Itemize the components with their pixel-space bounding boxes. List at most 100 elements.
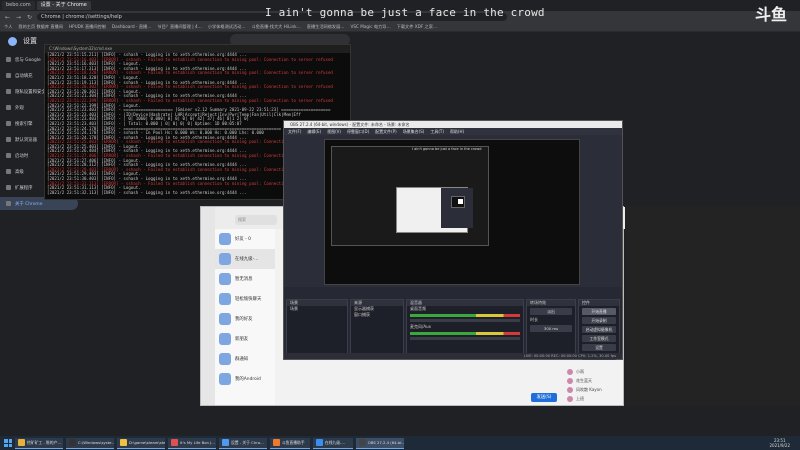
- taskbar-button[interactable]: It's My Life Bon J…: [168, 437, 216, 449]
- chat-list-item[interactable]: 群通知: [215, 349, 275, 369]
- forward-icon[interactable]: →: [15, 14, 22, 21]
- chat-list-label: 我的好友: [235, 317, 253, 322]
- bookmark-item[interactable]: 小学体格测试活动…: [208, 24, 246, 30]
- background-panel: [626, 206, 800, 406]
- bookmark-item[interactable]: 斗鱼直播-找大大 HiLink…: [252, 24, 301, 30]
- chat-search-input[interactable]: 搜索: [235, 215, 277, 225]
- obs-titlebar: OBS 27.2.4 (64-bit, windows) - 配置文件: 未命名…: [284, 121, 622, 128]
- reload-icon[interactable]: ↻: [26, 14, 33, 21]
- sidebar-item-icon: [6, 121, 11, 126]
- obs-control-button[interactable]: 开始录制: [582, 317, 616, 324]
- sidebar-item-label: 您与 Google: [15, 57, 41, 63]
- member-item[interactable]: 花生蓝天: [567, 376, 623, 385]
- obs-menu-item[interactable]: 停靠窗口(D): [347, 128, 369, 135]
- chrome-tab-active[interactable]: 设置 - 关于 Chrome: [36, 1, 91, 10]
- chat-list-label: 群通知: [235, 357, 249, 362]
- bookmark-item[interactable]: 我的主页 数据库 直播间: [18, 24, 63, 30]
- member-avatar: [567, 395, 573, 402]
- nested-preview-3: [441, 188, 473, 228]
- obs-control-button[interactable]: 启动虚拟摄像机: [582, 326, 616, 333]
- chat-avatar: [219, 253, 231, 265]
- app-icon: [222, 439, 229, 446]
- member-item[interactable]: 风吹散 Kayon: [567, 385, 623, 394]
- obs-menu-item[interactable]: 工具(T): [430, 128, 444, 135]
- taskbar-items: 挖矿矿工 - 陈的产… C:\Windows\syste… D:\game\stea…: [15, 437, 404, 449]
- source-item[interactable]: 窗口捕获: [351, 312, 403, 318]
- duration-input[interactable]: 300 ms: [530, 325, 572, 332]
- obs-menu-item[interactable]: 文件(F): [288, 128, 301, 135]
- obs-menu-item[interactable]: 配置文件(P): [375, 128, 397, 135]
- volume-slider[interactable]: [410, 337, 520, 340]
- bookmark-item[interactable]: VSC Magic 电力导…: [350, 24, 390, 30]
- scene-item[interactable]: 场景: [287, 306, 347, 312]
- chat-avatar: [219, 353, 231, 365]
- obs-control-button[interactable]: 工作室模式: [582, 335, 616, 342]
- taskbar-button[interactable]: 挖矿矿工 - 陈的产…: [15, 437, 63, 449]
- chat-list-item[interactable]: 轻松愉快聊天: [215, 289, 275, 309]
- page-title: 设置: [23, 37, 37, 45]
- volume-slider[interactable]: [410, 319, 520, 322]
- audio-meter: [410, 314, 520, 317]
- bookmark-item[interactable]: 直播生活网络发展…: [307, 24, 345, 30]
- taskbar-button-label: 挖矿矿工 - 陈的产…: [27, 440, 62, 445]
- send-button[interactable]: 发送(S): [531, 393, 557, 402]
- taskbar-button[interactable]: 在线九级-…: [312, 437, 353, 449]
- obs-menubar: 文件(F) 编辑(E) 视图(V) 停靠窗口(D) 配置文件(P) 场景集合(S) 工具(T…: [284, 128, 622, 135]
- member-item[interactable]: 小雨: [567, 367, 623, 376]
- taskbar-clock[interactable]: 23:51 2021/9/22: [769, 438, 790, 448]
- chat-avatar: [219, 313, 231, 325]
- sidebar-item-label: 自动填充: [15, 73, 33, 79]
- chat-list-label: 好友 - 0: [235, 237, 251, 242]
- windows-start-icon[interactable]: [4, 439, 12, 447]
- obs-control-button[interactable]: 设置: [582, 344, 616, 351]
- taskbar: 挖矿矿工 - 陈的产… C:\Windows\syste… D:\game\stea…: [0, 436, 800, 450]
- taskbar-button[interactable]: 斗鱼直播助手: [269, 437, 310, 449]
- chrome-tab[interactable]: bebo.com: [2, 1, 35, 10]
- mixer-channel-label: 桌面音频: [410, 306, 426, 311]
- sidebar-item-icon: [6, 201, 11, 206]
- sidebar-item-icon: [6, 153, 11, 158]
- taskbar-button[interactable]: 设置 - 关于 Chro…: [219, 437, 267, 449]
- chat-list-item[interactable]: 在线九级-…: [215, 249, 275, 269]
- taskbar-button-label: 斗鱼直播助手: [281, 440, 305, 445]
- obs-menu-item[interactable]: 场景集合(S): [403, 128, 425, 135]
- taskbar-button[interactable]: OBS 27.2.4 (64-bi…: [355, 437, 404, 449]
- chat-list-item[interactable]: 暂无消息: [215, 269, 275, 289]
- transition-select[interactable]: 淡出: [530, 308, 572, 315]
- chat-list-item[interactable]: 我的好友: [215, 309, 275, 329]
- taskbar-button-label: 设置 - 关于 Chro…: [231, 440, 264, 445]
- mixer-channel-label: 麦克风/Aux: [410, 324, 431, 329]
- sidebar-item-icon: [6, 185, 11, 190]
- taskbar-button-label: OBS 27.2.4 (64-bi…: [367, 440, 404, 445]
- chat-list-item[interactable]: 我的Android: [215, 369, 275, 389]
- obs-menu-item[interactable]: 视图(V): [327, 128, 341, 135]
- back-icon[interactable]: ←: [4, 14, 11, 21]
- obs-menu-item[interactable]: 帮助(H): [450, 128, 464, 135]
- chat-contact-list: 好友 - 0 在线九级-… 暂无消息 轻松愉快聊天我的好友新朋友群通知我的Androi…: [215, 229, 275, 405]
- bookmark-item[interactable]: 节目？直播间管理 | 4…: [157, 24, 201, 30]
- chat-avatar: [219, 273, 231, 285]
- obs-menu-item[interactable]: 编辑(E): [307, 128, 321, 135]
- bookmark-item[interactable]: 个人: [4, 24, 12, 30]
- bookmark-item[interactable]: Dashboard - 直播…: [112, 24, 151, 30]
- bookmark-item[interactable]: HPUDK 直播间控制: [69, 24, 106, 30]
- scenes-dock: 场景 场景: [286, 299, 348, 355]
- taskbar-button[interactable]: D:\game\steam\ste…: [117, 437, 165, 449]
- chat-list-item[interactable]: 新朋友: [215, 329, 275, 349]
- sidebar-item-icon: [6, 57, 11, 62]
- app-icon: [315, 439, 323, 446]
- chat-list-item[interactable]: 好友 - 0: [215, 229, 275, 249]
- nested-preview-2: [396, 187, 473, 233]
- member-name: 上班: [576, 395, 584, 401]
- sidebar-item-label: 外观: [15, 105, 24, 111]
- douyu-logo: 斗鱼: [754, 5, 787, 24]
- obs-control-button[interactable]: 开始直播: [582, 308, 616, 315]
- chat-avatar: [219, 293, 231, 305]
- lyric-overlay: I ain't gonna be just a face in the crow…: [265, 6, 545, 19]
- transitions-dock: 转场特效 淡出 时长 300 ms: [526, 299, 576, 355]
- mixer-dock: 混音器 桌面音频 麦克风/Aux: [406, 299, 524, 355]
- app-icon: [358, 439, 366, 446]
- bookmark-item[interactable]: 下载文件 XDF 之家…: [397, 24, 437, 30]
- taskbar-button[interactable]: C:\Windows\syste…: [66, 437, 114, 449]
- member-item[interactable]: 上班: [567, 394, 623, 403]
